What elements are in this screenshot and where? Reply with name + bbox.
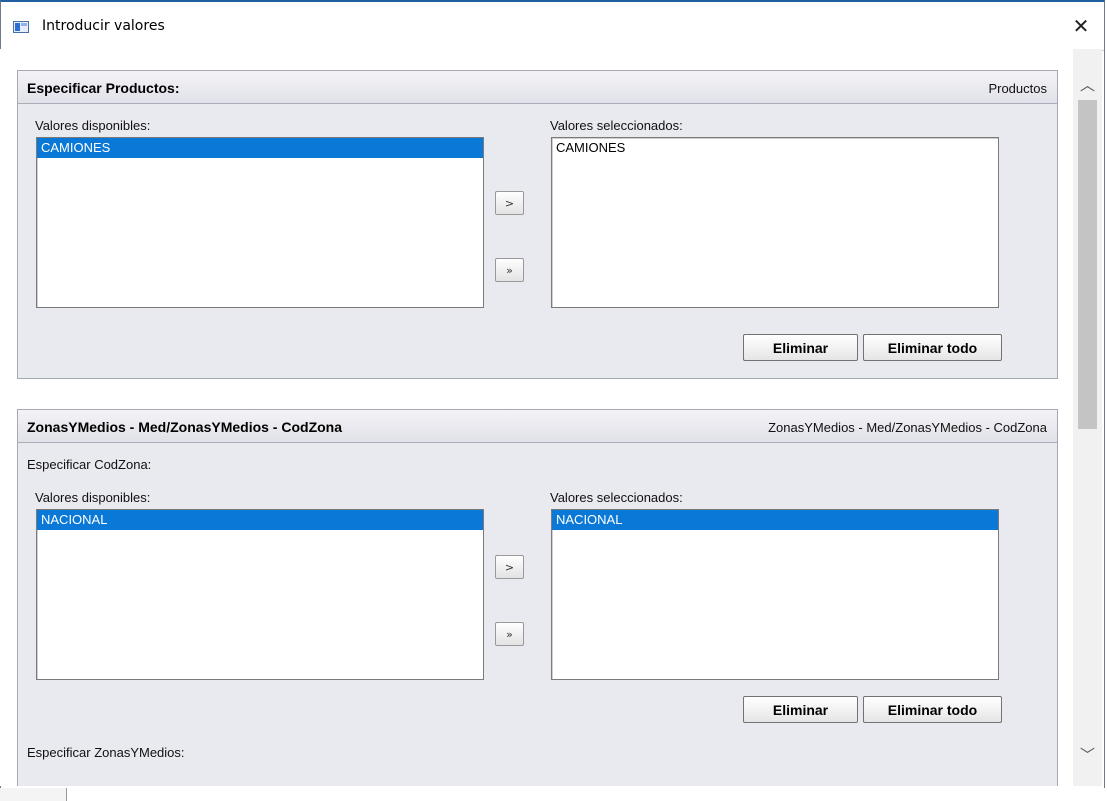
next-section-label: Especificar ZonasYMedios: bbox=[27, 745, 185, 760]
available-values-list[interactable]: CAMIONES bbox=[36, 137, 484, 308]
list-item[interactable]: NACIONAL bbox=[552, 510, 998, 530]
selected-values-list[interactable]: CAMIONES bbox=[551, 137, 999, 308]
bottom-strip bbox=[0, 788, 1107, 801]
close-icon[interactable]: ✕ bbox=[1058, 2, 1104, 50]
panel-header: Especificar Productos: Productos bbox=[18, 71, 1057, 104]
list-item[interactable]: CAMIONES bbox=[552, 138, 998, 158]
app-icon bbox=[13, 21, 29, 33]
bottom-tab bbox=[0, 788, 67, 801]
panel-title: ZonasYMedios - Med/ZonasYMedios - CodZon… bbox=[27, 419, 343, 435]
list-item[interactable]: CAMIONES bbox=[37, 138, 483, 158]
available-values-label: Valores disponibles: bbox=[35, 118, 151, 133]
add-all-button[interactable]: » bbox=[495, 622, 524, 646]
remove-button[interactable]: Eliminar bbox=[743, 696, 858, 723]
remove-all-button[interactable]: Eliminar todo bbox=[863, 334, 1002, 361]
available-values-list[interactable]: NACIONAL bbox=[36, 509, 484, 680]
panel-zonasymedios: ZonasYMedios - Med/ZonasYMedios - CodZon… bbox=[17, 409, 1058, 786]
add-selected-button[interactable]: > bbox=[495, 555, 524, 579]
panel-title: Especificar Productos: bbox=[27, 80, 180, 96]
scroll-content: Especificar Productos: Productos Valores… bbox=[0, 49, 1073, 786]
selected-values-label: Valores seleccionados: bbox=[550, 118, 683, 133]
window-title: Introducir valores bbox=[42, 18, 165, 34]
title-bar: Introducir valores ✕ bbox=[1, 2, 1104, 51]
add-selected-button[interactable]: > bbox=[495, 191, 524, 215]
section-subtitle: Especificar CodZona: bbox=[27, 457, 152, 472]
selected-values-list[interactable]: NACIONAL bbox=[551, 509, 999, 680]
available-values-label: Valores disponibles: bbox=[35, 490, 151, 505]
panel-productos: Especificar Productos: Productos Valores… bbox=[17, 70, 1058, 379]
panel-header: ZonasYMedios - Med/ZonasYMedios - CodZon… bbox=[18, 410, 1057, 443]
panel-right-label: ZonasYMedios - Med/ZonasYMedios - CodZon… bbox=[768, 420, 1047, 435]
remove-all-button[interactable]: Eliminar todo bbox=[863, 696, 1002, 723]
panel-right-label: Productos bbox=[988, 81, 1047, 96]
add-all-button[interactable]: » bbox=[495, 258, 524, 282]
scroll-down-icon[interactable]: ﹀ bbox=[1073, 739, 1102, 769]
vertical-scrollbar[interactable]: ︿ ﹀ bbox=[1073, 49, 1102, 786]
selected-values-label: Valores seleccionados: bbox=[550, 490, 683, 505]
scroll-up-icon[interactable]: ︿ bbox=[1073, 69, 1102, 99]
remove-button[interactable]: Eliminar bbox=[743, 334, 858, 361]
list-item[interactable]: NACIONAL bbox=[37, 510, 483, 530]
scroll-thumb[interactable] bbox=[1078, 100, 1097, 429]
